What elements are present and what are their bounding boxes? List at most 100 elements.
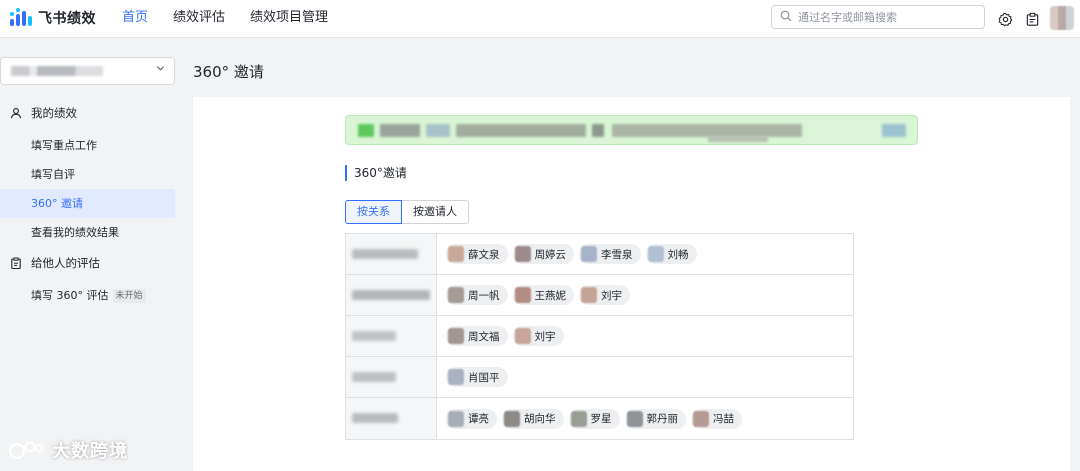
person-name: 刘宇	[534, 330, 556, 343]
search-box[interactable]	[771, 5, 985, 29]
person-name: 周婷云	[534, 248, 567, 261]
sidebar-item-360-invite[interactable]: 360° 邀请	[0, 189, 175, 218]
sidebar-group-my-performance: 我的绩效	[0, 102, 175, 124]
person-chip[interactable]: 胡向华	[502, 408, 564, 429]
sidebar-menu: 我的绩效 填写重点工作 填写自评 360° 邀请 查看我的绩效结果 给他人的评估…	[0, 102, 175, 310]
avatar	[448, 287, 464, 303]
person-name: 薛文泉	[468, 248, 500, 261]
status-badge: 未开始	[112, 289, 146, 303]
sidebar-item-label: 填写 360° 评估	[31, 289, 109, 302]
sidebar-item-360-review[interactable]: 填写 360° 评估 未开始	[0, 281, 175, 310]
relationship-cell	[346, 234, 437, 274]
person-name: 罗星	[590, 413, 612, 425]
relationship-cell	[346, 398, 437, 439]
people-cell: 肖国平	[437, 357, 853, 397]
avatar	[514, 287, 531, 303]
sidebar-group-label: 给他人的评估	[31, 256, 100, 270]
table-row: 肖国平	[346, 357, 853, 398]
watermark-text: 大数跨境	[52, 441, 128, 462]
nav-home[interactable]: 首页	[122, 0, 148, 38]
people-cell: 周一帆 王燕妮 刘宇	[437, 275, 853, 315]
person-chip[interactable]: 薛文泉	[446, 244, 508, 264]
relationship-cell	[346, 316, 437, 356]
watermark: 大数跨境	[8, 437, 128, 463]
avatar	[581, 246, 597, 262]
avatar	[504, 410, 520, 427]
people-cell: 谭亮 胡向华 罗星 郭丹丽 冯喆	[437, 398, 853, 439]
user-icon	[10, 107, 22, 119]
user-avatar[interactable]	[1050, 6, 1074, 30]
tab-by-inviter[interactable]: 按邀请人	[402, 200, 469, 224]
person-name: 胡向华	[524, 413, 556, 425]
logo-icon	[10, 8, 32, 28]
avatar	[647, 246, 664, 262]
tab-by-relationship[interactable]: 按关系	[345, 200, 402, 224]
sidebar-item-key-work[interactable]: 填写重点工作	[0, 131, 175, 160]
person-chip[interactable]: 刘宇	[579, 285, 630, 305]
sidebar-group-review-others: 给他人的评估	[0, 252, 175, 274]
avatar	[581, 287, 597, 303]
app-logo[interactable]: 飞书绩效	[10, 8, 96, 28]
table-row: 周一帆 王燕妮 刘宇	[346, 275, 853, 316]
person-name: 郭丹丽	[646, 413, 679, 425]
clipboard-icon[interactable]	[1023, 11, 1041, 29]
person-name: 谭亮	[468, 413, 489, 425]
sidebar-item-my-results[interactable]: 查看我的绩效结果	[0, 218, 175, 247]
section-title: 360°邀请	[345, 165, 407, 181]
person-chip[interactable]: 周婷云	[512, 244, 574, 264]
person-chip[interactable]: 李雪泉	[579, 244, 641, 264]
avatar	[448, 410, 464, 427]
page-title: 360° 邀请	[193, 63, 264, 81]
sidebar: 我的绩效 填写重点工作 填写自评 360° 邀请 查看我的绩效结果 给他人的评估…	[0, 38, 184, 471]
person-chip[interactable]: 郭丹丽	[624, 408, 686, 429]
relationship-cell	[346, 357, 437, 397]
search-icon	[780, 10, 792, 25]
app-name: 飞书绩效	[38, 11, 96, 27]
person-name: 李雪泉	[601, 248, 633, 261]
person-name: 王燕妮	[534, 289, 567, 302]
watermark-logo-icon	[8, 441, 44, 460]
project-select[interactable]	[0, 57, 175, 85]
person-chip[interactable]: 刘畅	[645, 244, 697, 264]
person-chip[interactable]: 冯喆	[691, 408, 742, 429]
nav-performance-review[interactable]: 绩效评估	[173, 0, 225, 38]
avatar	[448, 328, 464, 344]
avatar	[448, 246, 464, 262]
person-chip[interactable]: 刘宇	[512, 326, 564, 346]
avatar	[693, 410, 709, 427]
avatar	[448, 369, 464, 385]
person-chip[interactable]: 肖国平	[446, 367, 508, 387]
person-chip[interactable]: 王燕妮	[512, 285, 574, 305]
relationship-cell	[346, 275, 437, 315]
person-name: 周文福	[468, 330, 500, 343]
top-icons	[996, 6, 1074, 30]
person-chip[interactable]: 罗星	[568, 408, 620, 429]
person-name: 肖国平	[468, 371, 500, 384]
chevron-down-icon	[156, 64, 165, 76]
top-bar: 飞书绩效 首页 绩效评估 绩效项目管理	[0, 0, 1080, 38]
avatar	[514, 246, 531, 262]
people-cell: 薛文泉 周婷云 李雪泉 刘畅	[437, 234, 853, 274]
avatar	[626, 410, 643, 427]
settings-icon[interactable]	[996, 11, 1014, 29]
person-chip[interactable]: 周文福	[446, 326, 508, 346]
sidebar-group-label: 我的绩效	[31, 106, 77, 120]
notice-banner	[345, 115, 918, 145]
table-row: 薛文泉 周婷云 李雪泉 刘畅	[346, 234, 853, 275]
nav-project-management[interactable]: 绩效项目管理	[250, 0, 328, 38]
sidebar-item-self-review[interactable]: 填写自评	[0, 160, 175, 189]
person-name: 周一帆	[468, 289, 500, 302]
clipboard-icon	[10, 257, 22, 270]
person-chip[interactable]: 谭亮	[446, 408, 497, 429]
avatar	[570, 410, 587, 427]
person-chip[interactable]: 周一帆	[446, 285, 508, 305]
search-input[interactable]	[798, 10, 978, 24]
table-row: 周文福 刘宇	[346, 316, 853, 357]
top-nav: 首页 绩效评估 绩效项目管理	[122, 0, 353, 38]
project-select-value	[11, 66, 103, 76]
people-cell: 周文福 刘宇	[437, 316, 853, 356]
main-card: 360°邀请 按关系 按邀请人 薛文泉 周婷云 李雪泉 刘畅 周一帆 王燕妮 刘…	[193, 97, 1070, 471]
avatar	[514, 328, 531, 344]
person-name: 刘宇	[601, 289, 622, 302]
view-toggle: 按关系 按邀请人	[345, 200, 469, 224]
